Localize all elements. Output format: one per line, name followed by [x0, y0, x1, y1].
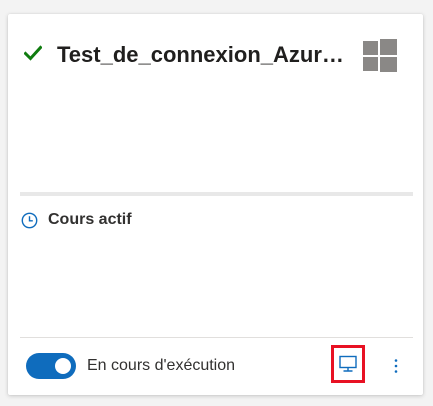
toggle-knob [55, 358, 71, 374]
clock-icon [21, 212, 38, 228]
connect-button[interactable] [331, 345, 365, 383]
lab-card: Test_de_connexion_Azure... Cours actif E… [8, 14, 423, 395]
schedule-label: Cours actif [48, 211, 132, 228]
more-vertical-icon [394, 359, 398, 373]
card-title: Test_de_connexion_Azure... [57, 42, 347, 67]
schedule-row: Cours actif [21, 208, 132, 232]
more-options-button[interactable] [386, 355, 406, 377]
toggle-label: En cours d'exécution [87, 357, 236, 374]
windows-icon [363, 39, 397, 72]
running-toggle[interactable] [26, 353, 76, 379]
check-icon [24, 45, 42, 61]
card-divider [20, 192, 413, 196]
monitor-icon [339, 355, 357, 372]
card-header: Test_de_connexion_Azure... [8, 14, 423, 94]
footer-divider [20, 337, 413, 338]
